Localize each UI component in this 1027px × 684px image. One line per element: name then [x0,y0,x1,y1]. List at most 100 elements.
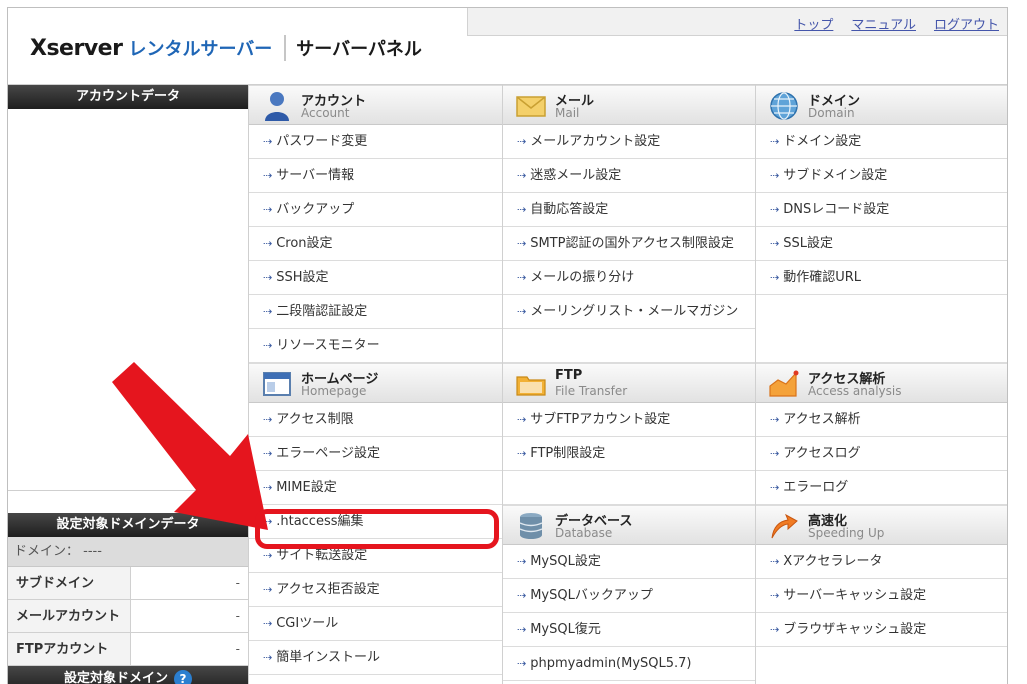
menu-backup[interactable]: ⇢ バックアップ [249,193,502,227]
menu-htaccess[interactable]: ⇢ .htaccess編集 [249,505,502,539]
mail-account-key: メールアカウント [8,600,131,632]
section-mail-sub: Mail [555,106,580,120]
target-domain-title: 設定対象ドメイン ? [8,666,248,684]
speed-arrow-icon [771,513,798,539]
section-domain-sub: Domain [808,106,855,120]
menu-mysql-restore[interactable]: ⇢ MySQL復元 [503,613,755,647]
arrow-icon: ⇢ [263,203,273,216]
arrow-icon: ⇢ [770,555,780,568]
server-panel-frame: Xserver レンタルサーバー サーバーパネル トップ マニュアル ログアウト… [7,7,1008,684]
nav-top-link[interactable]: トップ [794,14,833,33]
section-account-sub: Account [301,106,350,120]
menu-domain-settings[interactable]: ⇢ ドメイン設定 [756,125,1007,159]
menu-access-deny[interactable]: ⇢ アクセス拒否設定 [249,573,502,607]
section-mail-header: メール Mail [503,85,755,125]
arrow-icon: ⇢ [517,169,527,182]
menu-access-log[interactable]: ⇢ アクセスログ [756,437,1007,471]
arrow-icon: ⇢ [263,169,273,182]
logo[interactable]: Xserver レンタルサーバー サーバーパネル [30,35,422,61]
menu-ssl[interactable]: ⇢ SSL設定 [756,227,1007,261]
ftp-account-value: - [235,642,240,656]
section-access-sub: Access analysis [808,384,902,398]
menu-password-change[interactable]: ⇢ パスワード変更 [249,125,502,159]
arrow-icon: ⇢ [517,305,527,318]
domain-data-title: 設定対象ドメインデータ [8,513,248,537]
arrow-icon: ⇢ [770,413,780,426]
arrow-icon: ⇢ [517,555,527,568]
arrow-icon: ⇢ [263,237,273,250]
column-2: メール Mail ⇢ メールアカウント設定 ⇢ 迷惑メール設定 ⇢ 自動応答設定 ⇢ S… [503,85,756,684]
chart-icon [769,370,799,397]
menu-smtp-restriction[interactable]: ⇢ SMTP認証の国外アクセス制限設定 [503,227,755,261]
user-icon [265,92,289,121]
arrow-icon: ⇢ [517,447,527,460]
menu-easy-install[interactable]: ⇢ 簡単インストール [249,641,502,675]
menu-x-accelerator[interactable]: ⇢ Xアクセラレータ [756,545,1007,579]
arrow-icon: ⇢ [517,237,527,250]
menu-sub-ftp[interactable]: ⇢ サブFTPアカウント設定 [503,403,755,437]
menu-server-cache[interactable]: ⇢ サーバーキャッシュ設定 [756,579,1007,613]
arrow-icon: ⇢ [263,515,273,528]
menu-mailing-list[interactable]: ⇢ メーリングリスト・メールマガジン [503,295,755,329]
section-homepage-sub: Homepage [301,384,367,398]
database-icon [519,513,543,539]
menu-mail-account[interactable]: ⇢ メールアカウント設定 [503,125,755,159]
nav-logout-link[interactable]: ログアウト [934,14,999,33]
arrow-icon: ⇢ [263,271,273,284]
menu-auto-reply[interactable]: ⇢ 自動応答設定 [503,193,755,227]
mail-account-value: - [235,609,240,623]
sidebar: アカウントデータ 設定対象ドメインデータ ドメイン： ---- サブドメイン -… [8,85,249,684]
arrow-icon: ⇢ [263,339,273,352]
empty-cell [503,329,755,363]
section-account-header: アカウント Account [249,85,502,125]
arrow-icon: ⇢ [263,651,273,664]
menu-resource-monitor[interactable]: ⇢ リソースモニター [249,329,502,363]
menu-access-analysis[interactable]: ⇢ アクセス解析 [756,403,1007,437]
menu-mail-filter[interactable]: ⇢ メールの振り分け [503,261,755,295]
arrow-icon: ⇢ [770,203,780,216]
target-domain-label: 設定対象ドメイン [63,671,168,684]
arrow-icon: ⇢ [263,481,273,494]
arrow-icon: ⇢ [770,447,780,460]
section-speed-header: 高速化 Speeding Up [756,505,1007,545]
arrow-icon: ⇢ [770,481,780,494]
arrow-icon: ⇢ [770,169,780,182]
menu-subdomain-settings[interactable]: ⇢ サブドメイン設定 [756,159,1007,193]
menu-dns-records[interactable]: ⇢ DNSレコード設定 [756,193,1007,227]
menu-ftp-restriction[interactable]: ⇢ FTP制限設定 [503,437,755,471]
top-nav: トップ マニュアル ログアウト [467,8,1007,36]
menu-access-restriction[interactable]: ⇢ アクセス制限 [249,403,502,437]
ftp-account-key: FTPアカウント [8,633,131,665]
arrow-icon: ⇢ [517,413,527,426]
menu-cgi-tools[interactable]: ⇢ CGIツール [249,607,502,641]
menu-ssh[interactable]: ⇢ SSH設定 [249,261,502,295]
section-domain-header: ドメイン Domain [756,85,1007,125]
menu-browser-cache[interactable]: ⇢ ブラウザキャッシュ設定 [756,613,1007,647]
subdomain-key: サブドメイン [8,567,131,599]
ftp-account-row: FTPアカウント - [8,633,248,666]
menu-mysql-backup[interactable]: ⇢ MySQLバックアップ [503,579,755,613]
menu-mysql[interactable]: ⇢ MySQL設定 [503,545,755,579]
arrow-icon: ⇢ [263,305,273,318]
arrow-icon: ⇢ [263,583,273,596]
column-1: アカウント Account ⇢ パスワード変更 ⇢ サーバー情報 ⇢ バックアップ ⇢… [249,85,503,684]
menu-error-log[interactable]: ⇢ エラーログ [756,471,1007,505]
menu-phpmyadmin[interactable]: ⇢ phpmyadmin(MySQL5.7) [503,647,755,681]
logo-panel: サーバーパネル [296,39,422,60]
menu-error-page[interactable]: ⇢ エラーページ設定 [249,437,502,471]
logo-brand: Xserver [30,35,123,61]
header: Xserver レンタルサーバー サーバーパネル トップ マニュアル ログアウト [8,8,1007,85]
account-data-box [8,109,248,491]
nav-manual-link[interactable]: マニュアル [851,14,916,33]
menu-site-redirect[interactable]: ⇢ サイト転送設定 [249,539,502,573]
help-icon[interactable]: ? [174,670,192,684]
arrow-icon: ⇢ [517,203,527,216]
menu-spam[interactable]: ⇢ 迷惑メール設定 [503,159,755,193]
menu-test-url[interactable]: ⇢ 動作確認URL [756,261,1007,295]
menu-mime[interactable]: ⇢ MIME設定 [249,471,502,505]
menu-cron[interactable]: ⇢ Cron設定 [249,227,502,261]
menu-two-factor[interactable]: ⇢ 二段階認証設定 [249,295,502,329]
arrow-icon: ⇢ [517,271,527,284]
menu-server-info[interactable]: ⇢ サーバー情報 [249,159,502,193]
empty-cell [503,471,755,505]
